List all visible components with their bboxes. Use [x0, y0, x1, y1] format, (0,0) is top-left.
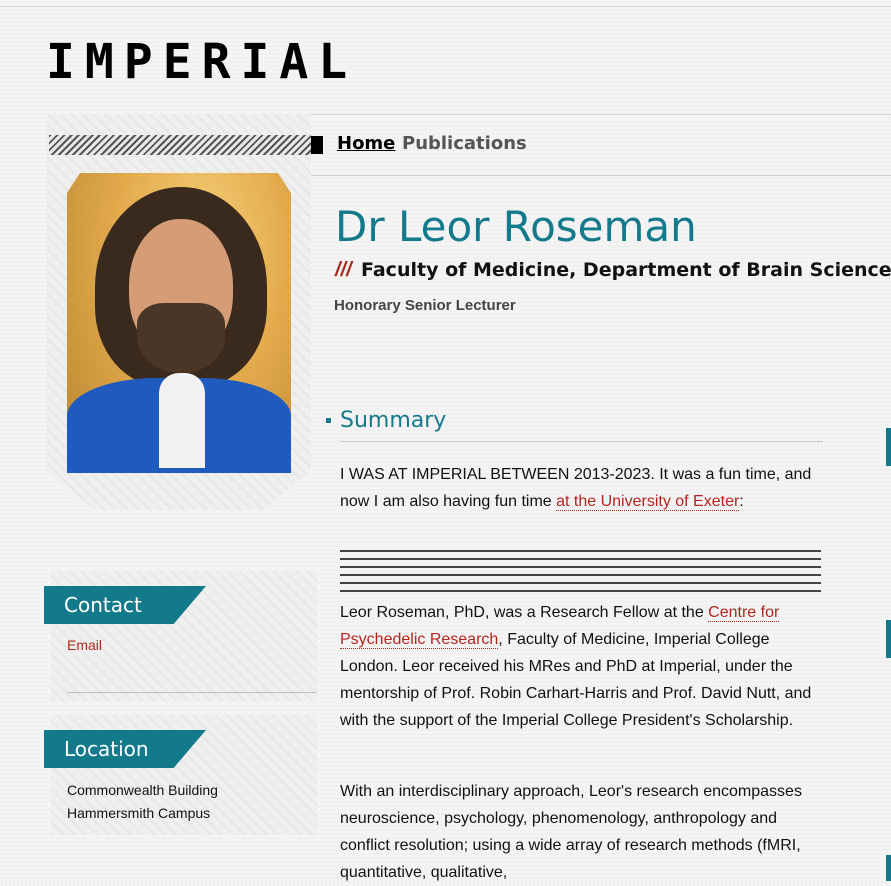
edge-accent-1 [886, 428, 891, 466]
horizontal-rules [340, 550, 821, 594]
edge-accent-2 [886, 620, 891, 658]
email-link[interactable]: Email [67, 637, 102, 653]
nav-bottom-divider [311, 175, 891, 176]
summary-divider [340, 441, 823, 442]
summary-paragraph-1: I WAS AT IMPERIAL BETWEEN 2013-2023. It … [340, 466, 812, 511]
location-building: Commonwealth Building [67, 782, 218, 798]
location-campus: Hammersmith Campus [67, 805, 211, 821]
photo-card-hatch [49, 135, 311, 155]
top-divider [0, 6, 891, 7]
profile-role: Honorary Senior Lecturer [334, 297, 516, 314]
exeter-link[interactable]: at the University of Exeter [556, 493, 740, 511]
nav-active-marker [311, 136, 323, 154]
summary-bullet [326, 418, 331, 423]
contact-divider [67, 692, 316, 693]
nav-top-divider [311, 114, 891, 115]
summary-paragraph-2: Leor Roseman, PhD, was a Research Fellow… [340, 604, 812, 729]
profile-photo [67, 173, 291, 473]
summary-paragraph-3: With an interdisciplinary approach, Leor… [340, 783, 802, 881]
nav-home-link[interactable]: Home [337, 133, 395, 154]
title-slashes: /// [335, 259, 352, 281]
profile-faculty: Faculty of Medicine, Department of Brain… [361, 259, 891, 281]
edge-accent-3 [886, 855, 891, 881]
profile-name: Dr Leor Roseman [335, 202, 697, 251]
nav-publications-link[interactable]: Publications [402, 133, 527, 154]
summary-heading: Summary [340, 408, 447, 433]
imperial-logo[interactable]: IMPERIAL [46, 34, 357, 90]
